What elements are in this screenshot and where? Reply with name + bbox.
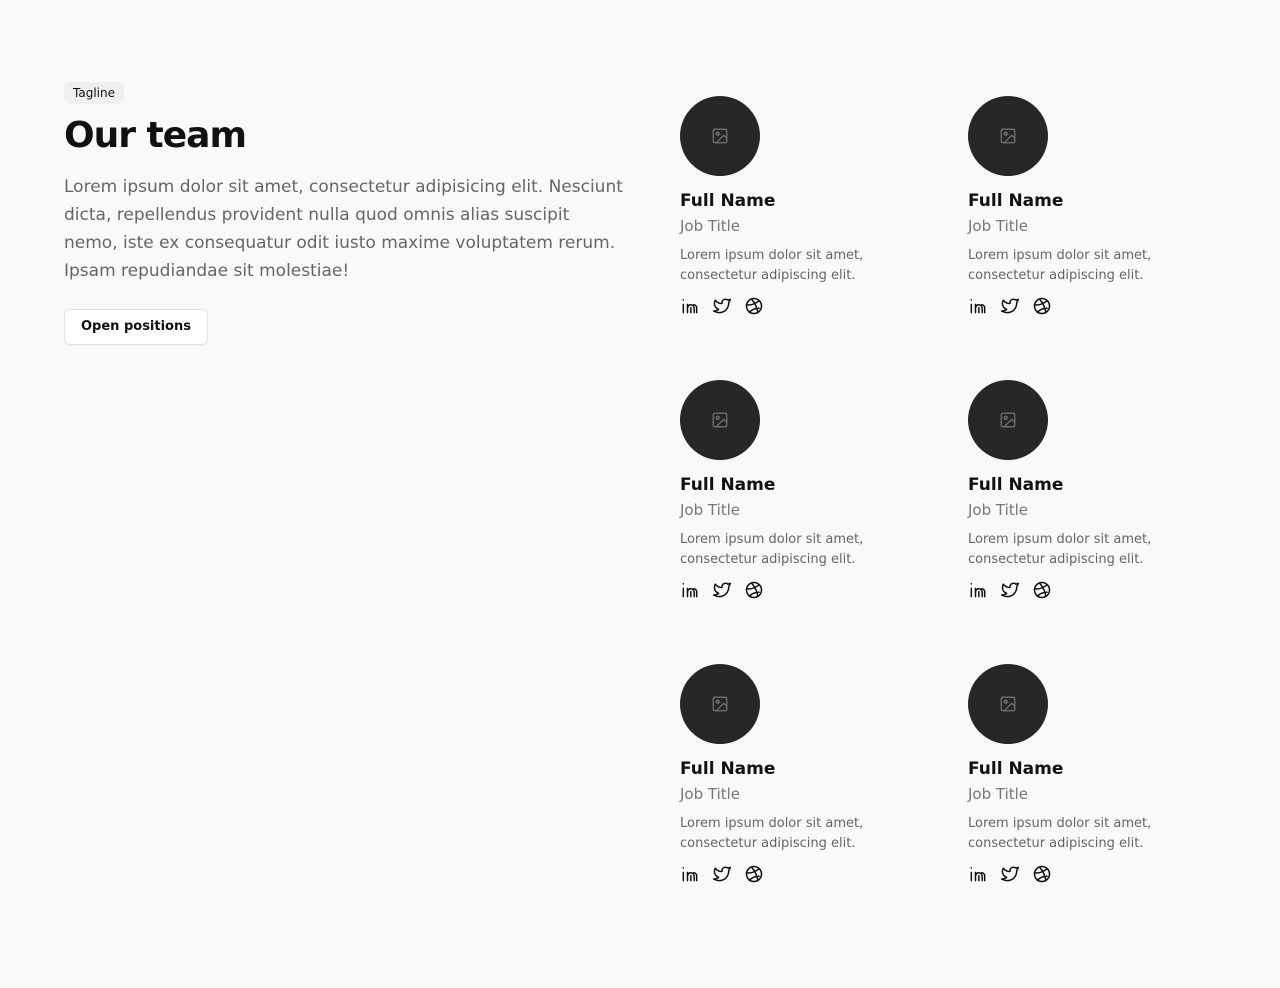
member-name: Full Name	[968, 759, 1064, 779]
twitter-icon[interactable]	[1000, 580, 1020, 600]
social-links	[680, 580, 968, 600]
team-member-card: Full Name Job Title Lorem ipsum dolor si…	[680, 96, 968, 380]
image-placeholder-icon	[712, 412, 728, 428]
member-bio: Lorem ipsum dolor sit amet, consectetur …	[680, 248, 864, 283]
team-member-card: Full Name Job Title Lorem ipsum dolor si…	[968, 380, 1256, 664]
member-job-title: Job Title	[968, 785, 1029, 803]
intro-description: Lorem ipsum dolor sit amet, consectetur …	[64, 177, 623, 281]
member-bio: Lorem ipsum dolor sit amet, consectetur …	[968, 532, 1152, 567]
avatar	[680, 380, 760, 460]
social-links	[680, 296, 968, 316]
open-positions-button[interactable]: Open positions	[64, 309, 208, 345]
image-placeholder-icon	[1000, 696, 1016, 712]
image-placeholder-icon	[1000, 128, 1016, 144]
social-links	[968, 864, 1256, 884]
tagline-badge: Tagline	[64, 82, 124, 104]
twitter-icon[interactable]	[1000, 296, 1020, 316]
linkedin-icon[interactable]	[968, 296, 988, 316]
team-member-card: Full Name Job Title Lorem ipsum dolor si…	[680, 664, 968, 948]
linkedin-icon[interactable]	[680, 864, 700, 884]
twitter-icon[interactable]	[712, 580, 732, 600]
member-bio: Lorem ipsum dolor sit amet, consectetur …	[968, 816, 1152, 851]
dribbble-icon[interactable]	[1032, 296, 1052, 316]
image-placeholder-icon	[1000, 412, 1016, 428]
dribbble-icon[interactable]	[744, 864, 764, 884]
social-links	[968, 296, 1256, 316]
avatar	[968, 664, 1048, 744]
twitter-icon[interactable]	[1000, 864, 1020, 884]
team-member-card: Full Name Job Title Lorem ipsum dolor si…	[968, 96, 1256, 380]
dribbble-icon[interactable]	[1032, 864, 1052, 884]
team-section: Tagline Our team Lorem ipsum dolor sit a…	[0, 0, 1280, 988]
team-intro: Tagline Our team Lorem ipsum dolor sit a…	[64, 82, 624, 345]
team-member-card: Full Name Job Title Lorem ipsum dolor si…	[680, 380, 968, 664]
dribbble-icon[interactable]	[1032, 580, 1052, 600]
member-name: Full Name	[968, 475, 1064, 495]
linkedin-icon[interactable]	[680, 296, 700, 316]
twitter-icon[interactable]	[712, 296, 732, 316]
team-member-card: Full Name Job Title Lorem ipsum dolor si…	[968, 664, 1256, 948]
linkedin-icon[interactable]	[968, 864, 988, 884]
member-name: Full Name	[680, 475, 776, 495]
member-name: Full Name	[968, 191, 1064, 211]
image-placeholder-icon	[712, 696, 728, 712]
member-name: Full Name	[680, 759, 776, 779]
member-name: Full Name	[680, 191, 776, 211]
linkedin-icon[interactable]	[968, 580, 988, 600]
avatar	[680, 96, 760, 176]
page-title: Our team	[64, 115, 247, 156]
avatar	[680, 664, 760, 744]
member-bio: Lorem ipsum dolor sit amet, consectetur …	[680, 816, 864, 851]
member-job-title: Job Title	[680, 217, 741, 235]
social-links	[968, 580, 1256, 600]
member-bio: Lorem ipsum dolor sit amet, consectetur …	[968, 248, 1152, 283]
dribbble-icon[interactable]	[744, 296, 764, 316]
twitter-icon[interactable]	[712, 864, 732, 884]
avatar	[968, 96, 1048, 176]
member-job-title: Job Title	[968, 217, 1029, 235]
member-job-title: Job Title	[680, 785, 741, 803]
social-links	[680, 864, 968, 884]
team-grid: Full Name Job Title Lorem ipsum dolor si…	[680, 96, 1256, 948]
image-placeholder-icon	[712, 128, 728, 144]
member-bio: Lorem ipsum dolor sit amet, consectetur …	[680, 532, 864, 567]
avatar	[968, 380, 1048, 460]
member-job-title: Job Title	[680, 501, 741, 519]
member-job-title: Job Title	[968, 501, 1029, 519]
dribbble-icon[interactable]	[744, 580, 764, 600]
linkedin-icon[interactable]	[680, 580, 700, 600]
